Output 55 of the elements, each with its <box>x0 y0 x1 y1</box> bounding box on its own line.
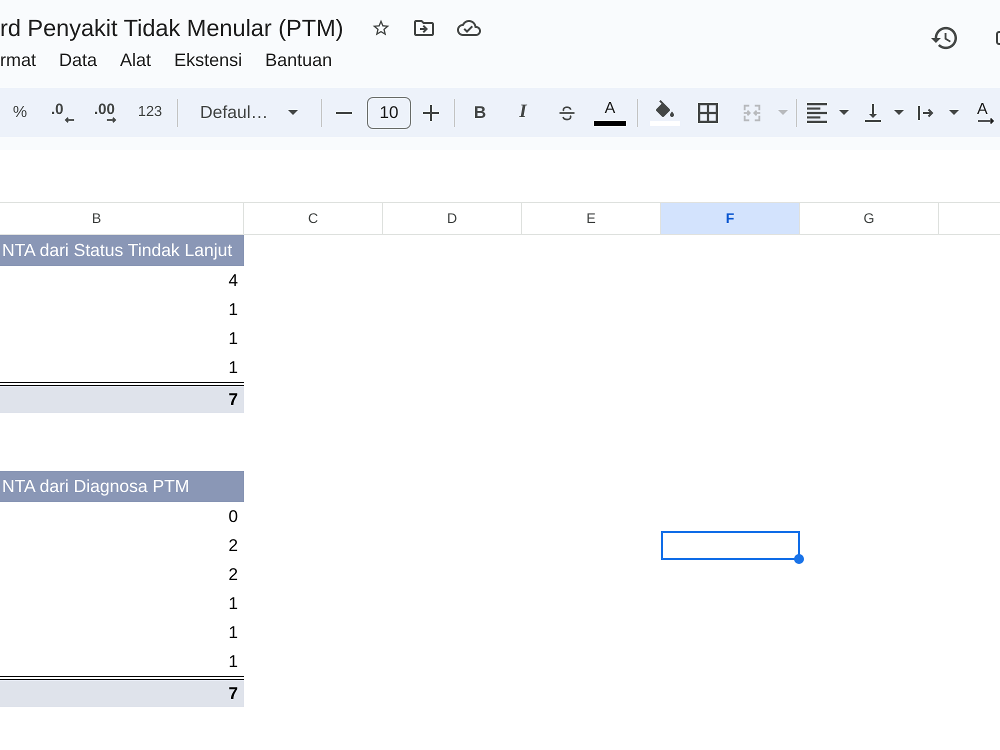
font-dropdown[interactable]: Defaul… <box>188 96 310 128</box>
fill-handle-icon[interactable] <box>794 554 804 564</box>
font-size-field[interactable]: 10 <box>367 96 411 128</box>
document-title[interactable]: rd Penyakit Tidak Menular (PTM) <box>0 14 344 42</box>
menu-item[interactable]: Bantuan <box>265 49 332 71</box>
italic-button[interactable]: I <box>509 96 537 128</box>
caret-icon[interactable] <box>894 110 904 115</box>
percent-format-button[interactable]: % <box>4 96 36 128</box>
bar-arrow-icon[interactable] <box>917 104 935 122</box>
count-value: 1 <box>228 622 238 644</box>
table-header-cell: NTA dari Diagnosa PTM <box>0 471 244 502</box>
column-header[interactable]: C <box>244 203 383 234</box>
count-value: 1 <box>228 650 238 673</box>
column-header[interactable]: G <box>800 203 939 234</box>
column-header[interactable]: F <box>661 203 800 234</box>
caret-icon[interactable] <box>949 110 959 115</box>
column-header[interactable]: D <box>383 203 522 234</box>
align-bottom-icon[interactable] <box>864 102 882 122</box>
history-icon[interactable] <box>931 25 957 51</box>
grid-icon[interactable] <box>698 102 718 122</box>
menu-item[interactable]: Ekstensi <box>174 49 242 71</box>
caret-icon[interactable] <box>839 110 849 115</box>
number-format-button[interactable]: 123 <box>132 96 168 128</box>
square-outline-icon[interactable] <box>996 31 1000 45</box>
count-value: 2 <box>228 534 238 557</box>
menu-item[interactable]: rmat <box>0 49 36 71</box>
star-icon[interactable] <box>371 18 392 38</box>
caret-icon <box>288 110 298 115</box>
column-header[interactable]: B <box>0 203 244 234</box>
total-cell: 7 <box>0 676 244 707</box>
plus-icon[interactable] <box>423 104 439 120</box>
minus-icon[interactable] <box>336 112 352 114</box>
folder-arrow-icon[interactable] <box>414 18 434 38</box>
count-value: 1 <box>228 592 238 615</box>
count-value: 1 <box>228 356 238 379</box>
count-value: 1 <box>228 328 238 350</box>
table-header-cell: NTA dari Status Tindak Lanjut <box>0 235 244 266</box>
right-arrow-icon <box>977 118 995 124</box>
right-arrow-icon <box>106 116 117 122</box>
cloud-check-icon[interactable] <box>457 19 482 37</box>
decrease-decimal-button[interactable]: .0 <box>48 96 84 128</box>
paint-bucket-icon[interactable] <box>655 100 675 116</box>
menu-item[interactable]: Data <box>59 49 98 71</box>
text-color-button[interactable]: A <box>594 96 626 130</box>
count-value: 4 <box>228 270 238 292</box>
bold-button[interactable]: B <box>466 96 494 128</box>
count-value: 1 <box>228 298 238 321</box>
total-cell: 7 <box>0 382 244 413</box>
text-rotation-button[interactable]: A <box>977 98 995 128</box>
increase-decimal-button[interactable]: .00 <box>88 96 126 128</box>
count-value: 0 <box>228 506 238 528</box>
count-value: 2 <box>228 564 238 586</box>
align-left-icon[interactable] <box>807 102 827 122</box>
left-arrow-icon <box>64 116 75 122</box>
menu-item[interactable]: Alat <box>120 49 152 71</box>
